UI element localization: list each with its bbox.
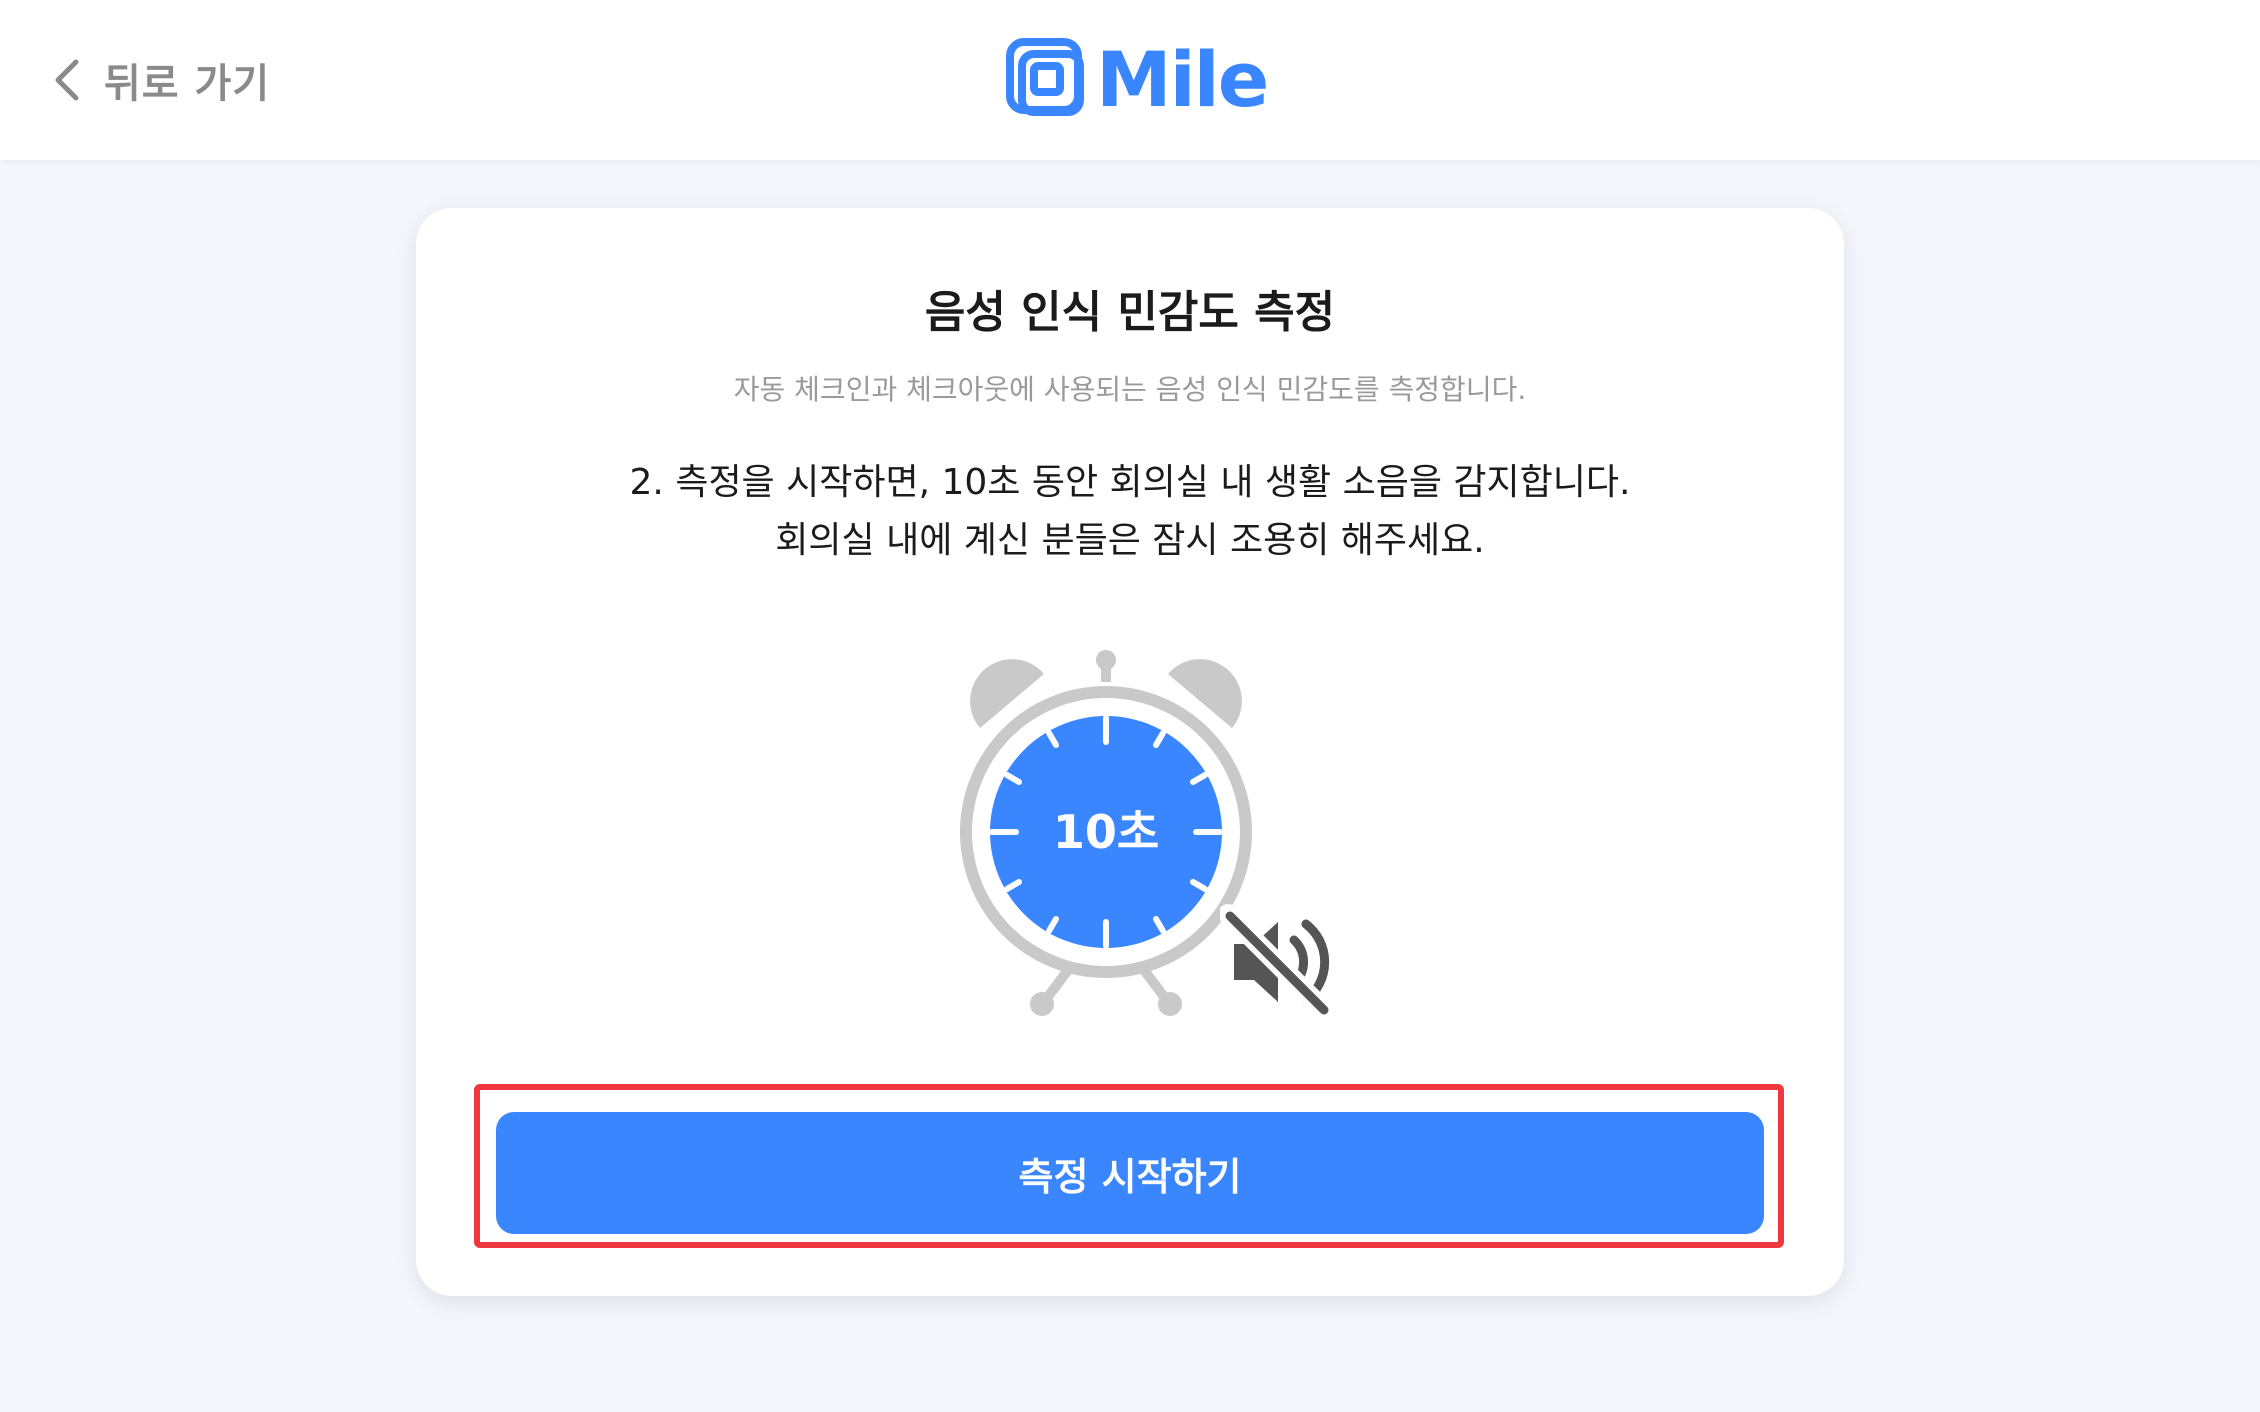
measurement-card: 음성 인식 민감도 측정 자동 체크인과 체크아웃에 사용되는 음성 인식 민감… xyxy=(416,208,1844,1296)
start-measurement-button[interactable]: 측정 시작하기 xyxy=(496,1112,1764,1234)
back-label: 뒤로 가기 xyxy=(104,61,271,107)
instruction-line-2: 회의실 내에 계신 분들은 잠시 조용히 해주세요. xyxy=(775,520,1485,561)
instruction-line-1: 2. 측정을 시작하면, 10초 동안 회의실 내 생활 소음을 감지합니다. xyxy=(629,462,1631,503)
back-button[interactable]: 뒤로 가기 xyxy=(52,52,270,108)
clock-label: 10초 xyxy=(1052,805,1160,859)
card-subtitle: 자동 체크인과 체크아웃에 사용되는 음성 인식 민감도를 측정합니다. xyxy=(733,373,1527,406)
speaker-muted-icon xyxy=(1218,902,1340,1026)
top-header: 뒤로 가기 Mile xyxy=(0,0,2260,160)
card-title: 음성 인식 민감도 측정 xyxy=(924,287,1336,338)
instruction-text: 2. 측정을 시작하면, 10초 동안 회의실 내 생활 소음을 감지합니다. … xyxy=(416,454,1844,570)
logo-text: Mile xyxy=(1096,35,1269,124)
logo-mark-icon xyxy=(1006,38,1084,116)
chevron-left-icon xyxy=(55,59,79,101)
app-logo: Mile xyxy=(1006,35,1269,124)
